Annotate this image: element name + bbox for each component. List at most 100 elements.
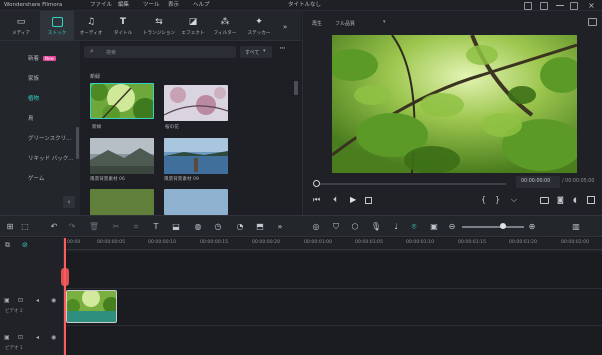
ruler-tick: 00:00:00:15 (200, 240, 229, 245)
mute-icon[interactable]: ◂ (36, 334, 39, 341)
select-tool-icon[interactable]: ⬚ (19, 221, 31, 233)
lock-icon[interactable]: ⊡ (18, 297, 23, 304)
redo-icon[interactable]: ↷ (66, 221, 78, 233)
ruler-tick: 00:00:01:00 (304, 240, 333, 245)
zoom-slider-handle[interactable] (500, 223, 506, 229)
timeline-ruler[interactable]: 00:00 00:00:00:05 00:00:00:10 00:00:00:1… (64, 238, 602, 252)
media-item-partial[interactable] (164, 189, 228, 215)
mute-icon[interactable]: ◂ (36, 297, 39, 304)
media-item-shinryoku[interactable] (90, 83, 154, 119)
current-time-field[interactable]: 00:00:00:00 (516, 176, 560, 188)
menu-tools[interactable]: ツール (143, 0, 160, 11)
camera-icon[interactable]: ◙ (557, 196, 564, 204)
media-item-landscape-09[interactable] (164, 138, 228, 174)
zoom-slider-track[interactable] (462, 226, 524, 228)
speed-icon[interactable]: ◷ (212, 221, 224, 233)
tab-audio-label: オーディオ (79, 31, 103, 36)
preview-progress-handle[interactable] (313, 180, 320, 187)
eye-icon[interactable]: ◉ (51, 334, 56, 341)
quality-dropdown[interactable]: フル品質 ▾ (333, 17, 391, 28)
media-item-sakura[interactable] (164, 85, 228, 121)
video-clip[interactable] (66, 290, 117, 323)
undo-icon[interactable]: ↶ (48, 221, 60, 233)
audio-mix-icon[interactable]: ♩ (390, 221, 402, 233)
cut-icon[interactable]: ✂ (110, 221, 122, 233)
menu-edit[interactable]: 編集 (118, 0, 129, 11)
playhead[interactable] (64, 238, 66, 355)
marker-icon[interactable]: ⌵ (511, 195, 517, 205)
tab-audio[interactable]: ♫ オーディオ (74, 11, 108, 41)
add-track-icon[interactable]: ⧉ (5, 241, 10, 250)
tab-title[interactable]: T タイトル (106, 11, 140, 41)
eye-icon[interactable]: ◉ (51, 297, 56, 304)
category-game[interactable]: ゲーム (28, 174, 44, 182)
more-tabs-icon[interactable]: » (283, 23, 287, 31)
more-options-icon[interactable]: ··· (279, 44, 286, 54)
crop-icon[interactable]: ⌗ (130, 221, 142, 233)
search-box[interactable]: ⌕ 検索 (84, 46, 236, 58)
filter-dropdown[interactable]: すべて ▾ (240, 46, 272, 58)
mark-in-icon[interactable]: { (481, 195, 486, 204)
media-item-partial[interactable] (90, 189, 154, 215)
step-back-icon[interactable]: ⏴ (333, 195, 337, 205)
text-icon[interactable]: T (150, 221, 162, 233)
stabilize-icon[interactable]: ◔ (234, 221, 246, 233)
mic-icon[interactable]: 🎙 (370, 221, 382, 233)
panel-layout-icon[interactable]: ▥ (570, 221, 582, 233)
layout-icon[interactable] (524, 2, 532, 10)
menu-file[interactable]: ファイル (90, 0, 112, 11)
stop-icon[interactable] (365, 197, 372, 204)
category-greenscreen[interactable]: グリーンスクリ... (28, 134, 71, 142)
preview-progress-track[interactable] (316, 183, 506, 185)
category-plants[interactable]: 植物 (28, 94, 39, 102)
marker-flag-icon[interactable]: ⬡ (349, 221, 361, 233)
monitor-icon[interactable] (540, 197, 549, 204)
category-liquid-bg[interactable]: リキッド バック... (28, 154, 74, 162)
save-icon[interactable] (540, 2, 548, 10)
render-icon[interactable]: ◎ (310, 221, 322, 233)
shield-icon[interactable]: ⛉ (330, 221, 342, 233)
prev-frame-icon[interactable]: ⏮ (313, 195, 320, 205)
zoom-in-icon[interactable]: ⊕ (526, 221, 538, 233)
fullscreen-icon[interactable] (587, 196, 595, 204)
tab-filter[interactable]: ⁂ フィルター (208, 11, 242, 41)
menu-view[interactable]: 表示 (168, 0, 179, 11)
window-title: タイトルなし (288, 2, 322, 8)
link-icon[interactable]: ⊘ (22, 241, 28, 249)
pip-icon[interactable]: ▣ (428, 221, 440, 233)
tab-transition[interactable]: ⇆ トランジション (140, 11, 178, 41)
maximize-icon[interactable] (570, 2, 578, 10)
grid-icon[interactable]: ⊞ (4, 221, 16, 233)
playhead-handle[interactable] (61, 268, 69, 286)
category-family[interactable]: 家族 (28, 74, 39, 82)
volume-icon[interactable]: ◖ (573, 196, 577, 204)
menu-help[interactable]: ヘルプ (193, 0, 210, 11)
tab-effect[interactable]: ◪ エフェクト (176, 11, 210, 41)
collapse-panel-icon[interactable]: ‹ (63, 196, 75, 208)
zoom-out-icon[interactable]: ⊖ (446, 221, 458, 233)
category-birds[interactable]: 鳥 (28, 114, 34, 122)
delete-icon[interactable]: 🗑 (88, 221, 100, 233)
stock-icon (51, 17, 63, 27)
lock-icon[interactable]: ⊡ (18, 334, 23, 341)
search-input[interactable]: 検索 (106, 49, 116, 56)
ai-icon[interactable]: ⬒ (254, 221, 266, 233)
tab-media[interactable]: ▭ メディア (4, 11, 38, 41)
snap-icon[interactable]: ⌾ (408, 221, 420, 233)
transform-icon[interactable]: ⬓ (170, 221, 182, 233)
minimize-icon[interactable] (556, 5, 564, 6)
snapshot-icon[interactable] (588, 18, 597, 26)
color-icon[interactable]: ◍ (192, 221, 204, 233)
play-icon[interactable]: ▶ (350, 195, 356, 204)
mark-out-icon[interactable]: } (495, 195, 500, 204)
tab-stock[interactable]: ストック (40, 11, 74, 41)
category-scrollbar[interactable] (76, 127, 79, 159)
media-item-landscape-06[interactable] (90, 138, 154, 174)
close-icon[interactable]: × (588, 0, 595, 11)
category-new[interactable]: 新着 New (28, 54, 56, 62)
media-scrollbar[interactable] (294, 81, 298, 95)
category-new-label: 新着 (28, 56, 40, 62)
tab-sticker[interactable]: ✦ ステッカー (242, 11, 276, 41)
ruler-tick: 00:00:00:10 (148, 240, 177, 245)
more-tools-icon[interactable]: » (274, 221, 286, 233)
